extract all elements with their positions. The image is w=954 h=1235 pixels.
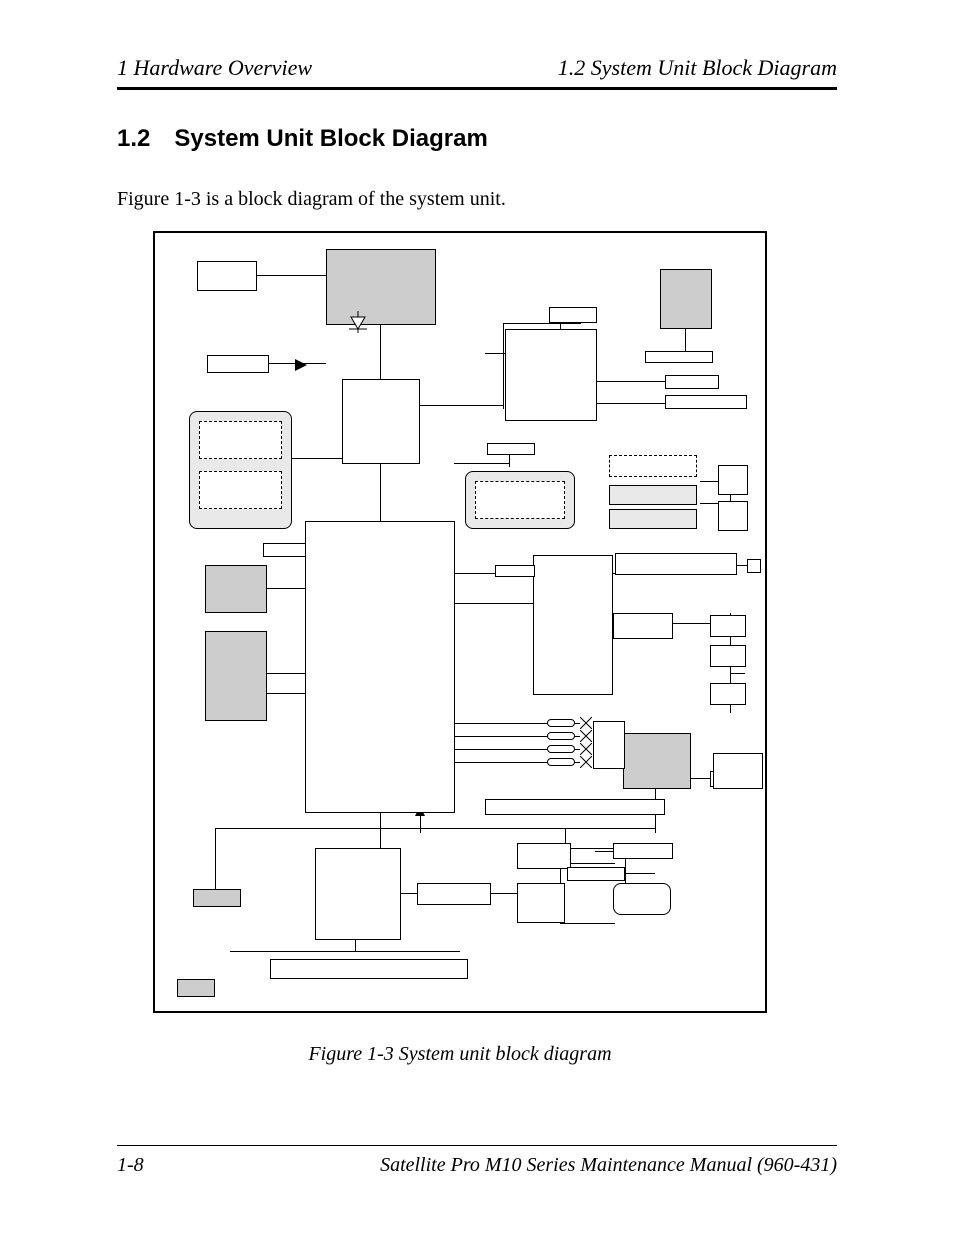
block-inner-small	[613, 613, 673, 639]
block-right-light-b	[609, 509, 697, 529]
block-bar-above-south	[263, 543, 311, 557]
page-footer: 1-8 Satellite Pro M10 Series Maintenance…	[117, 1145, 837, 1177]
section-title: System Unit Block Diagram	[174, 125, 487, 152]
block-small-right-b	[665, 395, 747, 409]
block-right-top-bar	[549, 307, 597, 323]
block-ec-kbc	[315, 848, 401, 940]
section-heading: 1.2 System Unit Block Diagram	[117, 125, 837, 153]
block-grey-topright	[660, 269, 712, 329]
block-long-bar-below	[485, 799, 665, 815]
block-ec-right-b	[517, 843, 571, 869]
header-rule	[117, 87, 837, 90]
diode-icon	[345, 311, 371, 338]
block-farright-tiny-a	[718, 465, 748, 495]
block-grey-left-a	[205, 565, 267, 613]
block-bar-above-tall	[495, 565, 535, 577]
header-right: 1.2 System Unit Block Diagram	[558, 55, 837, 81]
intro-paragraph: Figure 1-3 is a block diagram of the sys…	[117, 188, 837, 211]
block-small-right-a	[665, 375, 719, 389]
block-rounded-right	[613, 883, 671, 915]
block-small-1	[207, 355, 269, 373]
block-mid-dashed	[475, 481, 565, 519]
block-diagram-figure	[153, 231, 767, 1013]
arrow-icon	[295, 358, 307, 376]
manual-title: Satellite Pro M10 Series Maintenance Man…	[380, 1154, 837, 1177]
block-grey-bottom-left	[177, 979, 215, 997]
block-bottom-wide	[270, 959, 468, 979]
block-right-tall	[533, 555, 613, 695]
page-number: 1-8	[117, 1154, 144, 1177]
block-grey-midright	[623, 733, 691, 789]
block-bar-mid-low	[567, 867, 625, 881]
block-bus-target	[593, 721, 625, 769]
block-cpu	[326, 249, 436, 325]
page-header: 1 Hardware Overview 1.2 System Unit Bloc…	[117, 55, 837, 87]
block-right-large-top	[505, 329, 597, 421]
section-number: 1.2	[117, 125, 150, 153]
block-top-left-wide	[197, 261, 257, 291]
block-memory-slot-a	[199, 421, 282, 459]
block-stack-c	[710, 683, 746, 705]
block-mid-bar	[487, 443, 535, 455]
block-farright-tiny-b	[718, 501, 748, 531]
footer-rule	[117, 1145, 837, 1146]
block-northbridge	[342, 379, 420, 464]
block-tiny-farright-mid	[747, 559, 761, 573]
block-square-right-lower	[517, 883, 565, 923]
block-stack-b	[710, 645, 746, 667]
block-memory-slot-b	[199, 471, 282, 509]
block-tiny-inset	[713, 753, 763, 789]
block-stack-a	[710, 615, 746, 637]
block-bar-right-lower	[613, 843, 673, 859]
block-bar-under-grey	[645, 351, 713, 363]
block-southbridge	[305, 521, 455, 813]
block-right-dashed-a	[609, 455, 697, 477]
block-grey-left-b	[205, 631, 267, 721]
block-grey-bar-left	[193, 889, 241, 907]
block-ec-right-a	[417, 883, 491, 905]
header-left: 1 Hardware Overview	[117, 55, 312, 81]
block-right-light-a	[609, 485, 697, 505]
figure-caption: Figure 1-3 System unit block diagram	[153, 1043, 767, 1066]
block-bar-right-of-tall	[615, 553, 737, 575]
